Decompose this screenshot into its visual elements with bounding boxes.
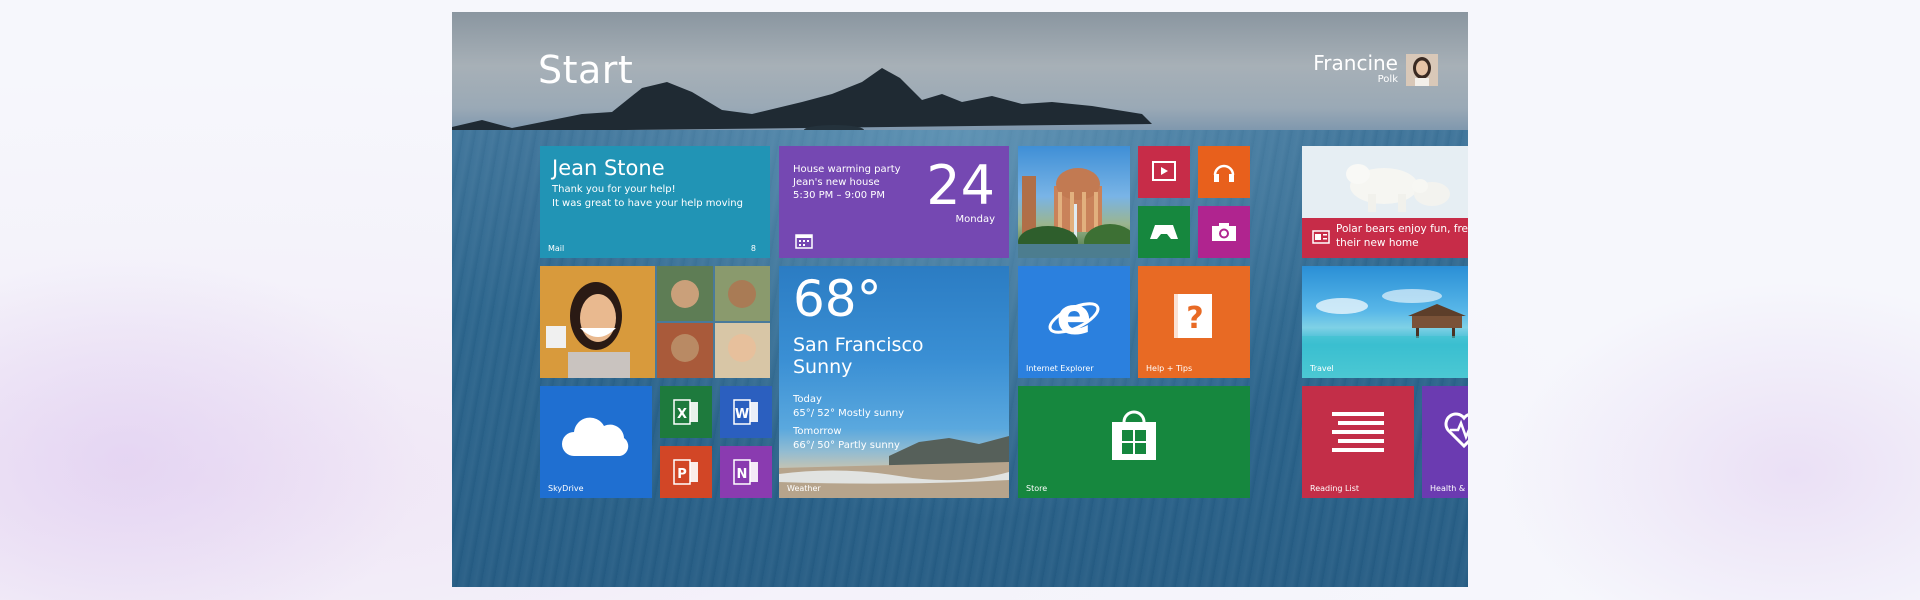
health-tile[interactable]: Health & [1422, 386, 1468, 498]
svg-text:e: e [1056, 288, 1091, 344]
calendar-location: Jean's new house [793, 177, 880, 188]
camera-icon [1212, 223, 1236, 241]
reading-list-tile[interactable]: Reading List [1302, 386, 1414, 498]
calendar-event: House warming party [793, 164, 901, 175]
headphones-icon [1213, 164, 1235, 182]
polar-bears-photo-icon [1302, 146, 1468, 218]
weather-tomorrow-forecast: 66°/ 50° Partly sunny [793, 440, 900, 451]
help-tips-label: Help + Tips [1146, 364, 1193, 373]
mail-tile[interactable]: Jean Stone Thank you for your help! It w… [540, 146, 770, 258]
mail-line-2: It was great to have your help moving [552, 198, 743, 209]
internet-explorer-icon: e [1048, 288, 1100, 344]
store-label: Store [1026, 484, 1048, 493]
cloud-icon [562, 417, 629, 456]
skydrive-tile[interactable]: SkyDrive [540, 386, 652, 498]
user-account[interactable]: Francine Polk [1313, 51, 1438, 86]
palace-photo-icon [1018, 168, 1130, 258]
games-tile[interactable] [1138, 206, 1190, 258]
svg-text:N: N [737, 467, 748, 482]
avatar-portrait-icon [1406, 54, 1438, 86]
calendar-weekday: Monday [955, 214, 995, 225]
reading-list-label: Reading List [1310, 484, 1359, 493]
weather-tile[interactable]: 68° San Francisco Sunny Today 65°/ 52° M… [779, 266, 1009, 498]
powerpoint-tile[interactable]: P [660, 446, 712, 498]
calendar-icon [795, 234, 813, 249]
svg-text:X: X [677, 407, 687, 422]
travel-tile[interactable]: Travel [1302, 266, 1468, 378]
internet-explorer-label: Internet Explorer [1026, 364, 1094, 373]
weather-today-label: Today [793, 394, 822, 405]
weather-tomorrow-label: Tomorrow [793, 426, 842, 437]
weather-temperature: 68° [793, 270, 882, 328]
resort-photo-icon [1302, 289, 1468, 378]
weather-condition: Sunny [793, 356, 853, 378]
mail-sender: Jean Stone [552, 156, 665, 180]
store-tile[interactable]: Store [1018, 386, 1250, 498]
calendar-tile[interactable]: House warming party Jean's new house 5:3… [779, 146, 1009, 258]
internet-explorer-tile[interactable]: e Internet Explorer [1018, 266, 1130, 378]
svg-text:W: W [735, 407, 749, 422]
svg-text:?: ? [1186, 301, 1203, 336]
mail-badge: 8 [750, 244, 756, 253]
news-tile[interactable]: Polar bears enjoy fun, fre their new hom… [1302, 146, 1468, 258]
music-tile[interactable] [1198, 146, 1250, 198]
video-icon [1152, 161, 1176, 181]
word-tile[interactable]: W [720, 386, 772, 438]
photos-tile[interactable] [1018, 146, 1130, 258]
people-tile[interactable] [540, 266, 770, 378]
news-icon [1312, 230, 1330, 244]
powerpoint-icon: P [673, 459, 698, 485]
help-tips-tile[interactable]: ? Help + Tips [1138, 266, 1250, 378]
onenote-tile[interactable]: N [720, 446, 772, 498]
weather-today-forecast: 65°/ 52° Mostly sunny [793, 408, 905, 419]
background-glow-right [1500, 280, 1920, 600]
travel-label: Travel [1310, 364, 1334, 373]
excel-tile[interactable]: X [660, 386, 712, 438]
word-icon: W [733, 399, 758, 425]
page-title: Start [538, 48, 634, 92]
onenote-icon: N [733, 459, 758, 485]
mail-line-1: Thank you for your help! [552, 184, 676, 195]
weather-city: San Francisco [793, 334, 924, 356]
news-headline-line-2: their new home [1336, 237, 1419, 249]
video-tile[interactable] [1138, 146, 1190, 198]
store-bag-icon [1112, 410, 1156, 460]
camera-tile[interactable] [1198, 206, 1250, 258]
calendar-day: 24 [926, 154, 995, 217]
health-heart-icon [1444, 412, 1468, 449]
news-headline: Polar bears enjoy fun, fre their new hom… [1336, 222, 1468, 250]
health-label: Health & [1430, 484, 1466, 493]
news-headline-line-1: Polar bears enjoy fun, fre [1336, 223, 1468, 235]
people-photos-icon [540, 266, 770, 378]
user-last-name: Polk [1377, 74, 1398, 85]
excel-icon: X [673, 399, 698, 425]
user-first-name: Francine [1313, 51, 1398, 75]
reading-list-icon [1332, 412, 1384, 452]
calendar-time: 5:30 PM – 9:00 PM [793, 190, 885, 201]
background-glow-left [0, 250, 420, 600]
mail-label: Mail [548, 244, 565, 253]
skydrive-label: SkyDrive [548, 484, 584, 493]
start-screen: Start Francine Polk Jean Stone Thank you… [452, 12, 1468, 587]
weather-label: Weather [787, 484, 821, 493]
svg-text:P: P [677, 467, 687, 482]
help-icon: ? [1174, 294, 1212, 338]
news-headline-strip: Polar bears enjoy fun, fre their new hom… [1302, 218, 1468, 258]
avatar[interactable] [1406, 54, 1438, 86]
gamepad-icon [1150, 225, 1178, 239]
